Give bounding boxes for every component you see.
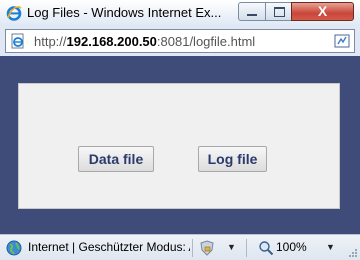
chevron-down-icon[interactable]: ▼ (227, 242, 236, 252)
compatibility-view-icon[interactable] (334, 33, 350, 49)
minimize-button[interactable] (238, 2, 266, 21)
ie-page-icon (11, 33, 24, 49)
address-bar: http://192.168.200.50:8081/logfile.html (0, 26, 360, 56)
minimize-icon (247, 14, 257, 16)
globe-icon (6, 240, 22, 256)
magnifier-icon (259, 241, 274, 256)
status-bar: Internet | Geschützter Modus: Aktiv ▼ 10… (0, 234, 360, 260)
close-button[interactable]: X (291, 2, 354, 21)
url-scheme: http:// (34, 34, 67, 49)
status-separator (192, 239, 193, 257)
log-file-button[interactable]: Log file (198, 146, 267, 172)
data-file-button[interactable]: Data file (78, 146, 154, 172)
page-content (0, 56, 360, 234)
resize-grip-icon[interactable] (348, 248, 358, 258)
window-title-bar[interactable]: Log Files - Windows Internet Ex... X (0, 0, 360, 26)
maximize-icon (274, 7, 285, 17)
shield-lock-icon[interactable] (199, 240, 215, 256)
internet-explorer-icon (6, 6, 22, 21)
status-separator (246, 239, 247, 257)
url-path: :8081/logfile.html (156, 34, 256, 49)
window-title: Log Files - Windows Internet Ex... (27, 5, 222, 20)
chevron-down-icon[interactable]: ▼ (326, 242, 335, 252)
security-zone-text[interactable]: Internet | Geschützter Modus: Aktiv (28, 240, 190, 254)
address-input[interactable]: http://192.168.200.50:8081/logfile.html (5, 29, 355, 53)
url-host: 192.168.200.50 (66, 34, 157, 49)
content-panel (18, 83, 340, 209)
close-icon: X (317, 3, 328, 19)
maximize-button[interactable] (265, 2, 292, 21)
zoom-level[interactable]: 100% (276, 240, 307, 254)
url-text[interactable]: http://192.168.200.50:8081/logfile.html (34, 34, 255, 49)
